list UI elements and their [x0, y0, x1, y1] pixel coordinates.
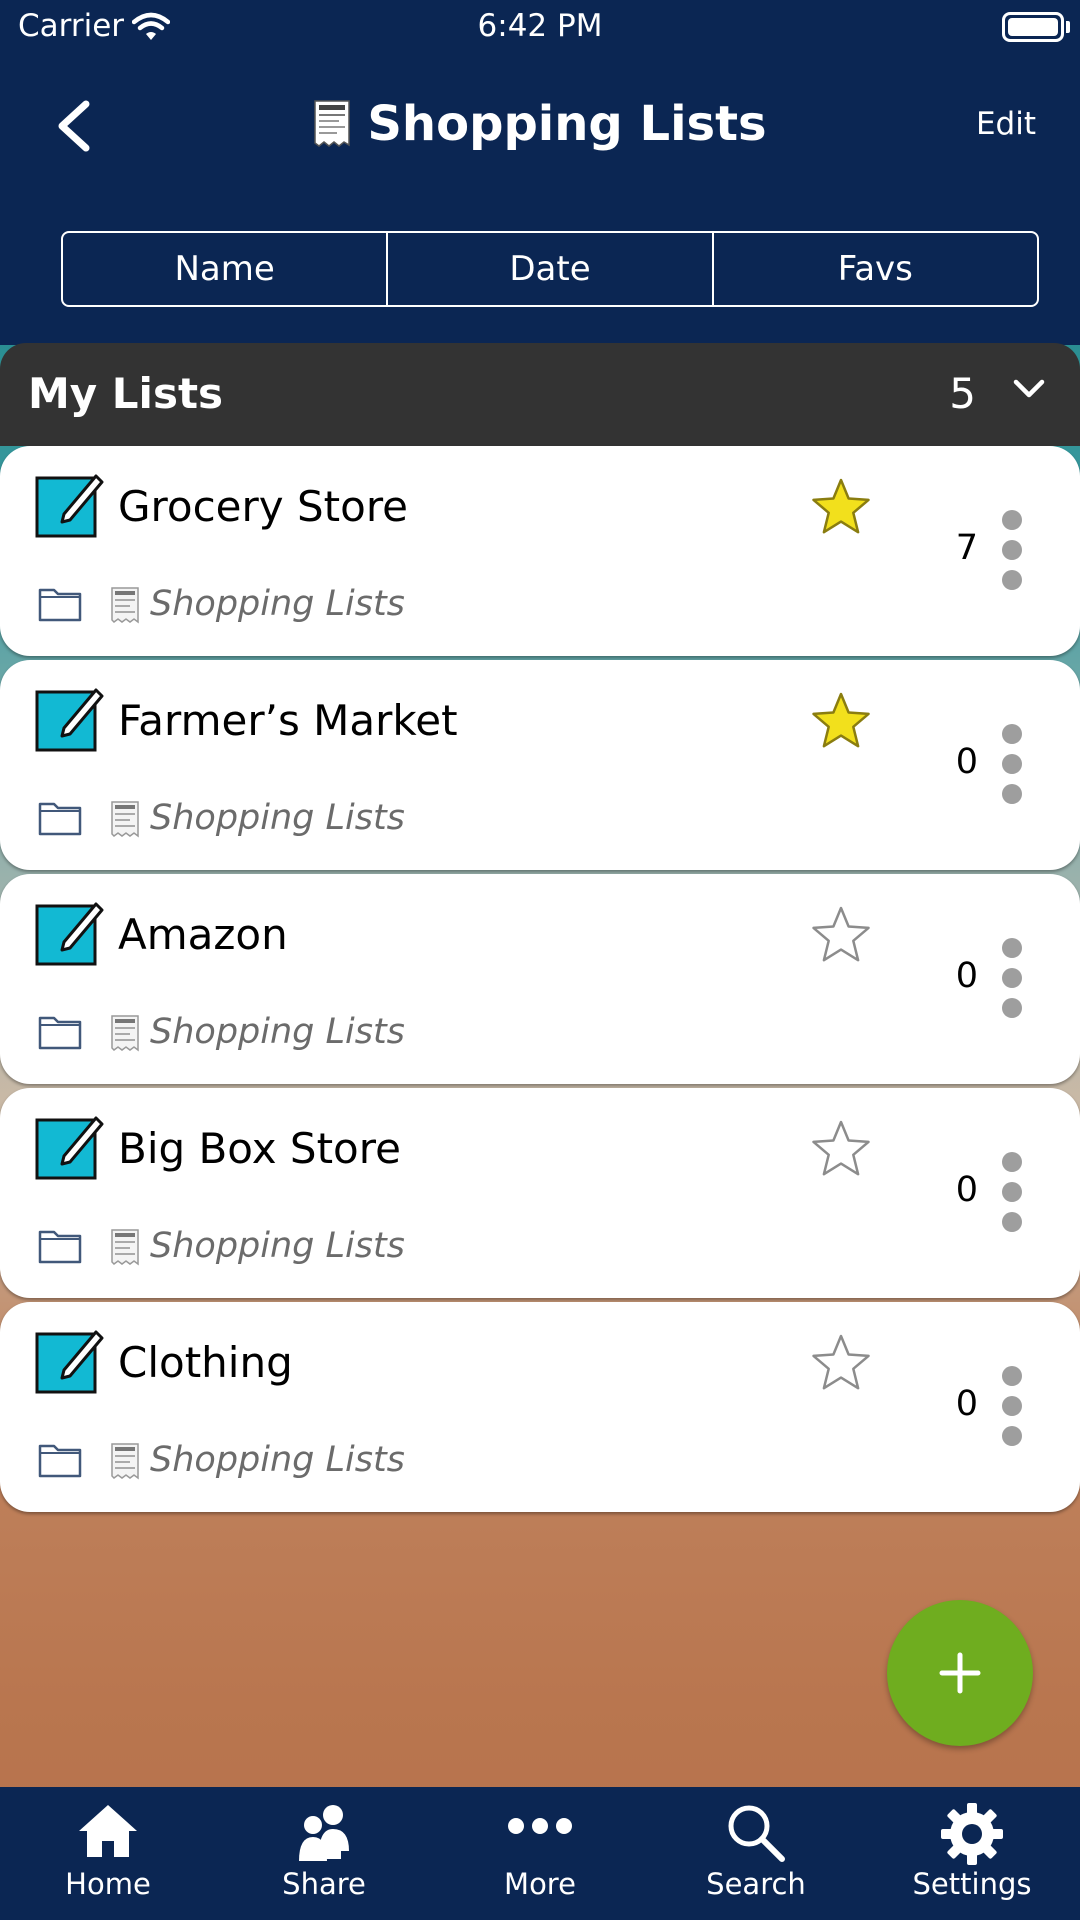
item-count: 0 [955, 1170, 978, 1210]
tab-home-label: Home [65, 1867, 151, 1901]
folder-icon [38, 802, 82, 836]
folder-label: Shopping Lists [150, 1226, 405, 1266]
battery-icon [1002, 12, 1064, 42]
more-options-button[interactable] [1002, 938, 1022, 1028]
tab-search-label: Search [706, 1867, 806, 1901]
more-options-button[interactable] [1002, 1366, 1022, 1456]
item-count: 0 [955, 1384, 978, 1424]
list-card[interactable]: Amazon Shopping Lists 0 [0, 874, 1080, 1084]
home-icon [79, 1805, 137, 1857]
navigation-header: Carrier 6:42 PM Shopping Lists Edit Name… [0, 0, 1080, 345]
section-header-my-lists[interactable]: My Lists 5 [0, 343, 1080, 446]
list-name: Big Box Store [118, 1124, 401, 1173]
list-card[interactable]: Farmer’s Market Shopping Lists 0 [0, 660, 1080, 870]
status-bar: Carrier 6:42 PM [0, 0, 1080, 56]
list-card[interactable]: Big Box Store Shopping Lists 0 [0, 1088, 1080, 1298]
sort-segmented-control: Name Date Favs [61, 231, 1039, 307]
folder-icon [38, 1016, 82, 1050]
list-name: Amazon [118, 910, 288, 959]
star-outline-icon[interactable] [809, 904, 873, 966]
share-people-icon [299, 1805, 349, 1861]
edit-list-icon [35, 902, 104, 966]
list-name: Clothing [118, 1338, 293, 1387]
tab-home[interactable]: Home [0, 1787, 216, 1920]
more-dots-icon [508, 1818, 572, 1834]
receipt-icon [111, 1229, 139, 1266]
tab-bar: Home Share More Search Settings [0, 1787, 1080, 1920]
edit-list-icon [35, 688, 104, 752]
gear-icon [941, 1803, 1003, 1865]
tab-settings[interactable]: Settings [864, 1787, 1080, 1920]
item-count: 0 [955, 956, 978, 996]
more-options-button[interactable] [1002, 510, 1022, 600]
list-name: Farmer’s Market [118, 696, 458, 745]
list-card[interactable]: Grocery Store Shopping Lists 7 [0, 446, 1080, 656]
list-name: Grocery Store [118, 482, 409, 531]
star-outline-icon[interactable] [809, 1118, 873, 1180]
section-title: My Lists [28, 369, 224, 418]
add-list-button[interactable] [887, 1600, 1033, 1746]
sort-by-favs-tab[interactable]: Favs [711, 233, 1037, 305]
search-icon [728, 1805, 785, 1862]
item-count: 0 [955, 742, 978, 782]
item-count: 7 [955, 528, 978, 568]
plus-icon [939, 1652, 981, 1694]
folder-label: Shopping Lists [150, 584, 405, 624]
star-filled-icon[interactable] [809, 476, 873, 538]
tab-share[interactable]: Share [216, 1787, 432, 1920]
section-count: 5 [949, 369, 976, 418]
sort-by-date-tab[interactable]: Date [386, 233, 711, 305]
tab-search[interactable]: Search [648, 1787, 864, 1920]
tab-more-label: More [504, 1867, 576, 1901]
receipt-icon [111, 801, 139, 838]
page-title: Shopping Lists [367, 96, 767, 152]
edit-button[interactable]: Edit [976, 106, 1036, 142]
star-filled-icon[interactable] [809, 690, 873, 752]
tab-more[interactable]: More [432, 1787, 648, 1920]
battery-tip [1066, 21, 1070, 33]
edit-list-icon [35, 1330, 104, 1394]
more-options-button[interactable] [1002, 724, 1022, 814]
receipt-icon [111, 1015, 139, 1052]
receipt-icon [314, 100, 351, 147]
folder-label: Shopping Lists [150, 798, 405, 838]
more-options-button[interactable] [1002, 1152, 1022, 1242]
list-card[interactable]: Clothing Shopping Lists 0 [0, 1302, 1080, 1512]
folder-icon [38, 1230, 82, 1264]
sort-by-name-tab[interactable]: Name [63, 233, 386, 305]
receipt-icon [111, 587, 139, 624]
folder-icon [38, 588, 82, 622]
chevron-down-icon[interactable] [1012, 377, 1046, 401]
folder-label: Shopping Lists [150, 1440, 405, 1480]
title-group: Shopping Lists [0, 96, 1080, 152]
clock: 6:42 PM [477, 8, 603, 44]
folder-icon [38, 1444, 82, 1478]
edit-list-icon [35, 474, 104, 538]
edit-list-icon [35, 1116, 104, 1180]
tab-settings-label: Settings [912, 1867, 1032, 1901]
tab-share-label: Share [282, 1867, 366, 1901]
receipt-icon [111, 1443, 139, 1480]
folder-label: Shopping Lists [150, 1012, 405, 1052]
star-outline-icon[interactable] [809, 1332, 873, 1394]
